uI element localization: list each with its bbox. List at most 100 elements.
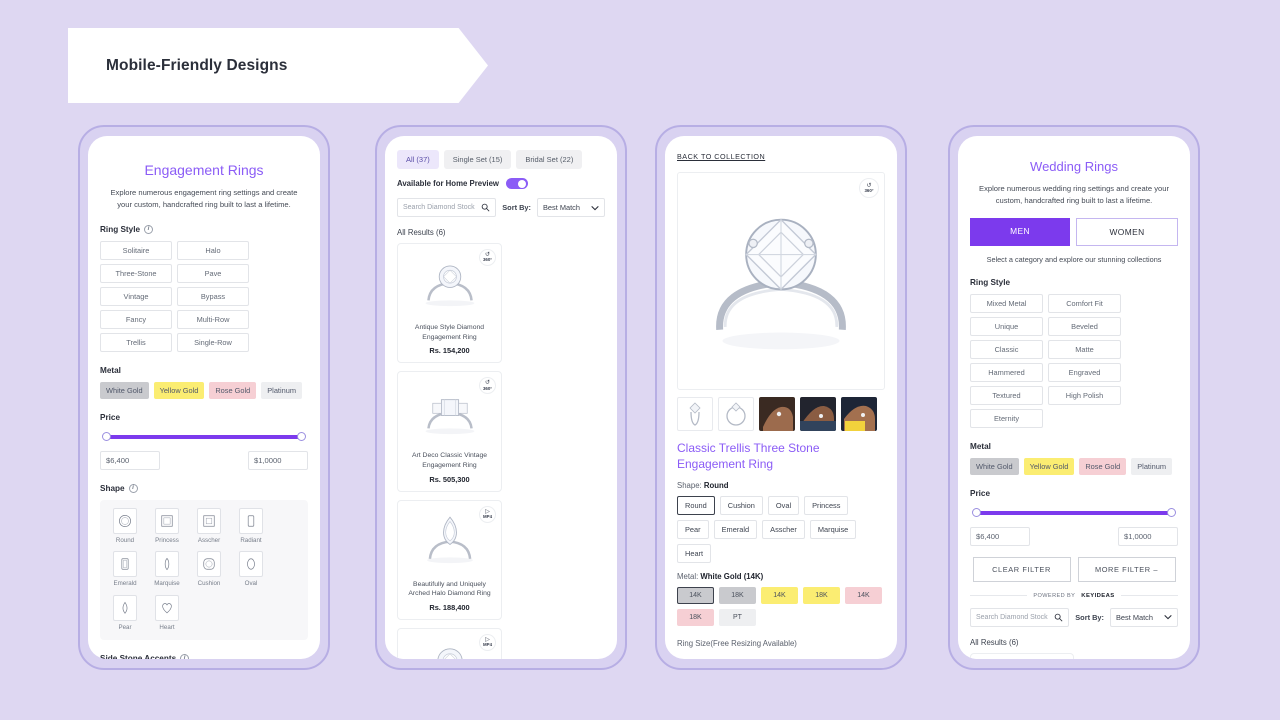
shape-option[interactable]: Asscher bbox=[191, 507, 227, 545]
shape-option-oval[interactable]: Oval bbox=[767, 496, 800, 516]
ring-style-option[interactable]: Classic bbox=[970, 339, 1043, 359]
shape-option[interactable]: Round bbox=[107, 507, 143, 545]
thumbnail-hand-photo-2[interactable] bbox=[800, 397, 836, 431]
ring-style-option[interactable]: Multi-Row bbox=[177, 309, 249, 329]
info-icon[interactable]: i bbox=[144, 224, 154, 234]
shape-option-pear[interactable]: Pear bbox=[677, 520, 709, 540]
metal-swatch-yellow-14k[interactable]: 14K bbox=[761, 587, 798, 605]
metal-option-yellow-gold[interactable]: Yellow Gold bbox=[1023, 457, 1075, 475]
shape-option[interactable]: Pear bbox=[107, 595, 143, 632]
metal-swatch-white-14k[interactable]: 14K bbox=[677, 587, 714, 605]
chevron-down-icon bbox=[1164, 614, 1172, 620]
shape-option-princess[interactable]: Princess bbox=[804, 496, 849, 516]
shape-option[interactable]: Heart bbox=[149, 595, 185, 632]
slider-handle-min[interactable] bbox=[972, 507, 981, 517]
metal-swatch-platinum[interactable]: PT bbox=[719, 609, 756, 627]
metal-option-platinum[interactable]: Platinum bbox=[1131, 457, 1173, 475]
ring-style-option[interactable]: Hammered bbox=[970, 362, 1043, 382]
product-card[interactable]: ▷ MP4 bbox=[970, 652, 1074, 659]
shape-option-asscher[interactable]: Asscher bbox=[762, 520, 805, 540]
ring-style-option[interactable]: Unique bbox=[970, 316, 1043, 336]
shape-option-marquise[interactable]: Marquise bbox=[809, 520, 857, 540]
product-card[interactable]: ↺ 360° Art Deco Classic Vintage Engageme… bbox=[397, 371, 502, 492]
shape-option[interactable]: Marquise bbox=[149, 551, 185, 588]
metal-swatch-white-18k[interactable]: 18K bbox=[719, 587, 756, 605]
shape-option[interactable]: Oval bbox=[233, 551, 269, 588]
sort-select[interactable]: Best Match bbox=[1110, 607, 1178, 627]
search-input[interactable]: Search Diamond Stock bbox=[970, 607, 1070, 627]
ring-style-option[interactable]: Matte bbox=[1048, 339, 1121, 359]
metal-option-platinum[interactable]: Platinum bbox=[261, 381, 303, 399]
home-preview-toggle[interactable] bbox=[505, 178, 528, 189]
results-count: All Results (6) bbox=[970, 637, 1019, 647]
ring-style-option[interactable]: Eternity bbox=[970, 408, 1043, 428]
badge-mp4[interactable]: ▷ MP4 bbox=[479, 505, 496, 523]
thumbnail-hand-photo-1[interactable] bbox=[759, 397, 795, 431]
metal-option-white-gold[interactable]: White Gold bbox=[970, 457, 1019, 475]
home-preview-toggle-row: Available for Home Preview bbox=[397, 178, 605, 189]
tab-single-set[interactable]: Single Set (15) bbox=[443, 150, 512, 169]
ring-style-option[interactable]: Mixed Metal bbox=[970, 293, 1043, 313]
gender-button-men[interactable]: MEN bbox=[970, 217, 1070, 246]
sort-select[interactable]: Best Match bbox=[537, 198, 605, 217]
ring-style-option[interactable]: Beveled bbox=[1048, 316, 1121, 336]
product-card[interactable]: ▷ MP4 Beautifully Detailed Floral Inspir… bbox=[397, 627, 502, 659]
price-min-input[interactable] bbox=[100, 450, 160, 470]
shape-option-cushion[interactable]: Cushion bbox=[719, 496, 763, 516]
tab-all[interactable]: All (37) bbox=[397, 150, 439, 169]
badge-360[interactable]: ↺ 360° bbox=[479, 249, 496, 266]
search-input[interactable]: Search Diamond Stock bbox=[397, 198, 497, 217]
ring-style-option[interactable]: Engraved bbox=[1048, 362, 1121, 382]
product-card[interactable]: ↺ 360° Antique Style Diamond Engagement … bbox=[397, 243, 502, 364]
ring-style-option[interactable]: Pave bbox=[177, 263, 249, 283]
clear-filter-button[interactable]: CLEAR FILTER bbox=[972, 556, 1071, 582]
back-to-collection-link[interactable]: BACK TO COLLECTION bbox=[677, 152, 765, 161]
shape-option-emerald[interactable]: Emerald bbox=[713, 520, 758, 540]
ring-style-option[interactable]: Textured bbox=[970, 385, 1043, 405]
info-icon[interactable]: i bbox=[180, 653, 190, 659]
ring-style-option[interactable]: Bypass bbox=[177, 286, 249, 306]
thumbnail-hand-photo-3[interactable] bbox=[841, 397, 877, 431]
price-slider[interactable] bbox=[102, 431, 306, 443]
shape-option[interactable]: Princess bbox=[149, 507, 185, 545]
info-icon[interactable]: i bbox=[128, 483, 138, 493]
metal-option-white-gold[interactable]: White Gold bbox=[100, 381, 149, 399]
shape-option[interactable]: Cushion bbox=[191, 551, 227, 588]
shape-princess-icon bbox=[155, 507, 179, 534]
thumbnail-ring-side-view[interactable] bbox=[677, 397, 713, 431]
ring-style-option[interactable]: Comfort Fit bbox=[1048, 293, 1121, 313]
tab-bridal-set[interactable]: Bridal Set (22) bbox=[516, 150, 583, 169]
ring-style-option[interactable]: Three-Stone bbox=[100, 263, 172, 283]
ring-style-option[interactable]: Solitaire bbox=[100, 240, 172, 260]
metal-option-rose-gold[interactable]: Rose Gold bbox=[209, 381, 257, 399]
ring-style-option[interactable]: Trellis bbox=[100, 332, 172, 352]
price-min-input[interactable] bbox=[970, 526, 1030, 546]
hero-product-image[interactable]: ↺ 360° bbox=[677, 172, 885, 390]
shape-option-heart[interactable]: Heart bbox=[677, 544, 712, 564]
metal-swatch-yellow-18k[interactable]: 18K bbox=[803, 587, 840, 605]
shape-option[interactable]: Radiant bbox=[233, 507, 269, 545]
more-filter-button[interactable]: MORE FILTER – bbox=[1077, 556, 1176, 582]
gender-button-women[interactable]: WOMEN bbox=[1076, 217, 1178, 246]
slider-handle-min[interactable] bbox=[102, 431, 111, 441]
badge-mp4[interactable]: ▷ MP4 bbox=[479, 633, 496, 651]
ring-style-option[interactable]: Vintage bbox=[100, 286, 172, 306]
ring-style-option[interactable]: High Polish bbox=[1048, 385, 1121, 405]
price-max-input[interactable] bbox=[248, 450, 308, 470]
ring-style-option[interactable]: Single-Row bbox=[177, 332, 249, 352]
price-max-input[interactable] bbox=[1118, 526, 1178, 546]
metal-option-yellow-gold[interactable]: Yellow Gold bbox=[153, 381, 205, 399]
slider-handle-max[interactable] bbox=[1167, 507, 1176, 517]
product-card[interactable]: ▷ MP4 Beautifully and Uniquely Arched Ha… bbox=[397, 499, 502, 620]
price-slider[interactable] bbox=[972, 507, 1176, 519]
slider-handle-max[interactable] bbox=[297, 431, 306, 441]
metal-swatch-rose-14k[interactable]: 14K bbox=[845, 587, 882, 605]
shape-option-round[interactable]: Round bbox=[677, 496, 715, 516]
metal-swatch-rose-18k[interactable]: 18K bbox=[677, 609, 714, 627]
ring-style-option[interactable]: Halo bbox=[177, 240, 249, 260]
shape-option[interactable]: Emerald bbox=[107, 551, 143, 588]
ring-style-option[interactable]: Fancy bbox=[100, 309, 172, 329]
badge-360[interactable]: ↺ 360° bbox=[859, 178, 879, 198]
metal-option-rose-gold[interactable]: Rose Gold bbox=[1079, 457, 1127, 475]
thumbnail-ring-front-view[interactable] bbox=[718, 397, 754, 431]
